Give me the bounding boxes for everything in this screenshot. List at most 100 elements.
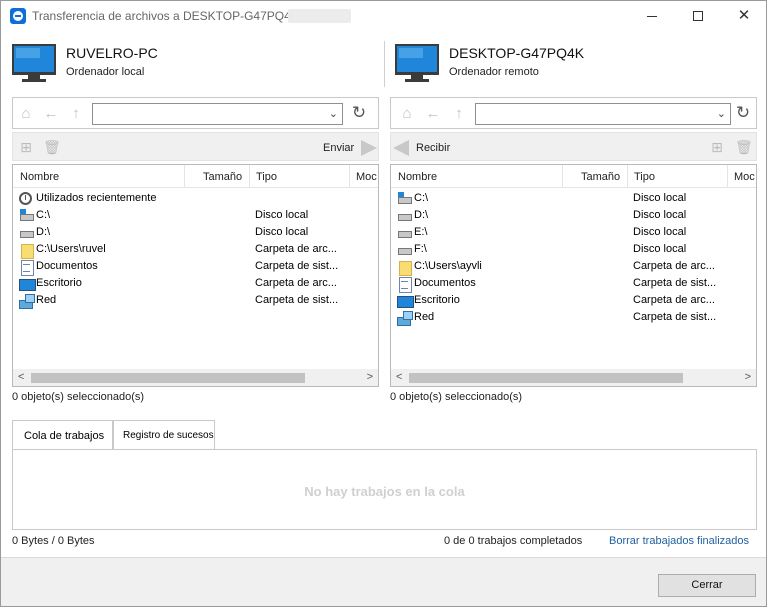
list-item[interactable]: Utilizados recientemente: [13, 190, 378, 207]
home-icon[interactable]: ⌂: [399, 106, 415, 122]
list-item[interactable]: Documentos Carpeta de sist...: [13, 258, 378, 276]
teamviewer-icon: [10, 8, 26, 24]
list-item[interactable]: D:\ Disco local: [13, 224, 378, 241]
send-arrow-icon[interactable]: [361, 140, 377, 156]
empty-queue-message: No hay trabajos en la cola: [304, 484, 465, 499]
minimize-button[interactable]: [629, 1, 675, 31]
bytes-transferred: 0 Bytes / 0 Bytes: [12, 535, 95, 547]
item-name: D:\: [36, 226, 51, 238]
folder-icon: [19, 242, 35, 259]
new-folder-icon[interactable]: ⊞: [709, 139, 725, 155]
column-modified[interactable]: Moc: [356, 171, 377, 183]
remote-horizontal-scrollbar[interactable]: < >: [391, 369, 756, 386]
up-icon[interactable]: ↑: [451, 106, 467, 122]
scroll-thumb[interactable]: [409, 373, 683, 383]
desktop-icon: [19, 276, 36, 291]
item-name: Utilizados recientemente: [36, 192, 157, 204]
list-item[interactable]: Red Carpeta de sist...: [13, 292, 378, 309]
column-size[interactable]: Tamaño: [203, 171, 242, 183]
remote-file-list[interactable]: Nombre Tamaño Tipo Moc C:\ Disco local D:\…: [390, 164, 757, 387]
list-item[interactable]: Documentos Carpeta de sist...: [391, 275, 756, 293]
item-type: Disco local: [255, 226, 309, 238]
item-type: Carpeta de arc...: [255, 243, 337, 255]
local-file-list[interactable]: Nombre Tamaño Tipo Moc Utilizados recien…: [12, 164, 379, 387]
list-item[interactable]: Escritorio Carpeta de arc...: [13, 275, 378, 292]
item-type: Disco local: [255, 209, 309, 221]
item-name: Escritorio: [36, 277, 82, 289]
item-type: Carpeta de arc...: [255, 277, 337, 289]
drive-icon: [19, 225, 35, 240]
documents-icon: [19, 259, 35, 276]
receive-button[interactable]: Recibir: [416, 142, 450, 154]
remote-path-input[interactable]: ⌄: [475, 103, 731, 125]
column-name[interactable]: Nombre: [20, 171, 59, 183]
column-name[interactable]: Nombre: [398, 171, 437, 183]
remote-address-bar: ⌂ ← ↑ ⌄ ↻: [390, 97, 757, 129]
footer: Cerrar: [1, 557, 766, 606]
receive-arrow-icon[interactable]: [393, 140, 409, 156]
list-item[interactable]: C:\ Disco local: [13, 207, 378, 224]
title-bar: Transferencia de archivos a DESKTOP-G47P…: [1, 1, 766, 31]
list-item[interactable]: C:\Users\ruvel Carpeta de arc...: [13, 241, 378, 259]
item-name: F:\: [414, 243, 427, 255]
back-icon[interactable]: ←: [425, 106, 441, 122]
scroll-left-icon[interactable]: <: [396, 371, 402, 383]
redacted-id: [288, 9, 351, 23]
tab-event-log[interactable]: Registro de sucesos: [113, 420, 215, 450]
tab-job-queue[interactable]: Cola de trabajos: [12, 420, 113, 451]
column-size[interactable]: Tamaño: [581, 171, 620, 183]
delete-icon[interactable]: 🗑: [735, 139, 753, 155]
chevron-down-icon[interactable]: ⌄: [329, 107, 338, 120]
network-icon: [19, 293, 35, 309]
list-item[interactable]: Red Carpeta de sist...: [391, 309, 756, 326]
list-item[interactable]: C:\ Disco local: [391, 190, 756, 207]
local-horizontal-scrollbar[interactable]: < >: [13, 369, 378, 386]
windows-drive-icon: [397, 191, 413, 206]
item-type: Disco local: [633, 192, 687, 204]
item-name: D:\: [414, 209, 429, 221]
item-type: Carpeta de arc...: [633, 294, 715, 306]
local-pc-name: RUVELRO-PC: [66, 45, 158, 61]
list-item[interactable]: D:\ Disco local: [391, 207, 756, 224]
list-item[interactable]: Escritorio Carpeta de arc...: [391, 292, 756, 309]
scroll-thumb[interactable]: [31, 373, 305, 383]
clear-finished-link[interactable]: Borrar trabajados finalizados: [609, 535, 749, 547]
item-name: C:\Users\ayvli: [414, 260, 482, 272]
desktop-icon: [397, 293, 414, 308]
chevron-down-icon[interactable]: ⌄: [717, 107, 726, 120]
send-button[interactable]: Enviar: [323, 142, 354, 154]
local-selection-status: 0 objeto(s) seleccionado(s): [12, 391, 145, 403]
close-window-button[interactable]: ✕: [721, 1, 767, 31]
maximize-icon: [693, 11, 703, 21]
refresh-icon[interactable]: ↻: [734, 104, 752, 122]
item-name: E:\: [414, 226, 428, 238]
list-item[interactable]: F:\ Disco local: [391, 241, 756, 258]
item-name: Red: [414, 311, 435, 323]
scroll-right-icon[interactable]: >: [745, 371, 751, 383]
drive-icon: [397, 242, 413, 257]
folder-icon: [397, 259, 413, 276]
delete-icon[interactable]: 🗑: [43, 139, 61, 155]
documents-icon: [397, 276, 413, 293]
new-folder-icon[interactable]: ⊞: [18, 139, 34, 155]
list-item[interactable]: E:\ Disco local: [391, 224, 756, 241]
up-icon[interactable]: ↑: [68, 106, 84, 122]
scroll-right-icon[interactable]: >: [367, 371, 373, 383]
scroll-left-icon[interactable]: <: [18, 371, 24, 383]
back-icon[interactable]: ←: [43, 106, 59, 122]
item-name: Documentos: [414, 277, 476, 289]
item-name: C:\Users\ruvel: [36, 243, 106, 255]
close-button[interactable]: Cerrar: [658, 574, 756, 597]
item-type: Carpeta de arc...: [633, 260, 715, 272]
column-modified[interactable]: Moc: [734, 171, 755, 183]
column-type[interactable]: Tipo: [256, 171, 277, 183]
refresh-icon[interactable]: ↻: [350, 104, 368, 122]
column-type[interactable]: Tipo: [634, 171, 655, 183]
maximize-button[interactable]: [675, 1, 721, 31]
monitor-icon: [12, 44, 56, 82]
home-icon[interactable]: ⌂: [18, 106, 34, 122]
list-item[interactable]: C:\Users\ayvli Carpeta de arc...: [391, 258, 756, 276]
item-type: Carpeta de sist...: [255, 260, 339, 272]
local-path-input[interactable]: ⌄: [92, 103, 343, 125]
remote-pc-label: Ordenador remoto: [449, 66, 539, 78]
